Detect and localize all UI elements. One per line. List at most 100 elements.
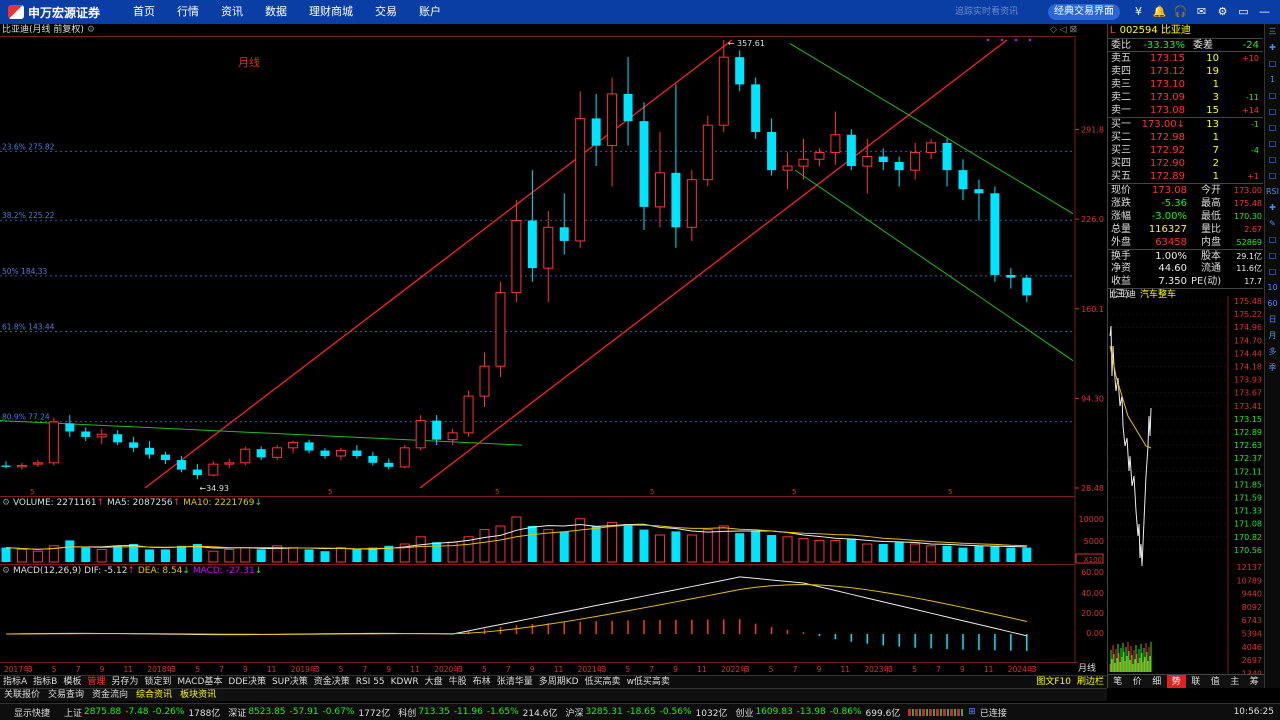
settings-gear-icon[interactable]: ⚙ [87, 25, 95, 35]
candle-body-down [846, 134, 856, 167]
side-tool-14-icon[interactable]: □ [1265, 248, 1280, 264]
indicator-tab-14[interactable]: 布林 [470, 676, 494, 688]
side-tool-21-icon[interactable]: 季 [1265, 360, 1280, 376]
diamond-icon[interactable]: ◇ [1050, 25, 1057, 35]
index-name[interactable]: 沪深 [565, 706, 583, 719]
indicator-tab-18[interactable]: w低买高卖 [624, 676, 673, 688]
minimize-icon[interactable]: — [1254, 0, 1275, 24]
side-tool-0-icon[interactable]: 三 [1265, 24, 1280, 40]
indicator-tab-4[interactable]: 另存为 [108, 676, 141, 688]
indicator-tab-3[interactable]: 管理 [84, 676, 108, 688]
indicator-tab-16[interactable]: 多周期KD [536, 676, 582, 688]
indicator-tab-2[interactable]: 模板 [60, 676, 84, 688]
quote-tab-0[interactable]: 笔 [1108, 675, 1128, 688]
quote-tab-3[interactable]: 势 [1166, 675, 1186, 688]
right-tab-1[interactable]: 刷边栏 [1074, 676, 1107, 688]
side-tool-6-icon[interactable]: □ [1265, 120, 1280, 136]
indicator-tab-9[interactable]: 资金决策 [311, 676, 353, 688]
gear-icon[interactable]: ⚙ [1212, 0, 1233, 24]
yuan-icon[interactable]: ¥ [1128, 0, 1149, 24]
side-tool-10-icon[interactable]: RSI [1265, 184, 1280, 200]
headset-icon[interactable]: 🎧 [1170, 0, 1191, 24]
ask-row[interactable]: 卖二 173.09 3 -11 [1108, 91, 1263, 104]
ask-row[interactable]: 卖四 173.12 19 [1108, 65, 1263, 78]
side-tool-1-icon[interactable]: ✚ [1265, 40, 1280, 56]
side-tool-5-icon[interactable]: □ [1265, 104, 1280, 120]
nav-item-3[interactable]: 数据 [254, 0, 298, 24]
quote-tab-2[interactable]: 细 [1147, 675, 1167, 688]
quote-tab-4[interactable]: 联 [1186, 675, 1206, 688]
indicator-tab-15[interactable]: 张清华量 [494, 676, 536, 688]
indicator-tab-17[interactable]: 低买高卖 [582, 676, 624, 688]
side-tool-4-icon[interactable]: □ [1265, 88, 1280, 104]
side-tool-11-icon[interactable]: ✚ [1265, 200, 1280, 216]
classic-trade-button[interactable]: 经典交易界面 [1048, 4, 1120, 20]
nav-item-2[interactable]: 资讯 [210, 0, 254, 24]
screen-icon[interactable]: ▭ [1233, 0, 1254, 24]
indicator-tab-5[interactable]: 锁定到 [141, 676, 174, 688]
ask-row[interactable]: 卖一 173.08 15 +14 [1108, 104, 1263, 117]
indicator-tab-1[interactable]: 指标B [30, 676, 60, 688]
side-tool-7-icon[interactable]: □ [1265, 136, 1280, 152]
bid-row[interactable]: 买四 172.90 2 [1108, 157, 1263, 170]
indicator-tab-13[interactable]: 牛股 [446, 676, 470, 688]
side-tool-20-icon[interactable]: 多 [1265, 344, 1280, 360]
macd-chart[interactable]: 60.00 40.00 20.00 0.00 [0, 564, 1107, 662]
indicator-tab-6[interactable]: MACD基本 [174, 676, 225, 688]
intraday-chart[interactable]: 175.48 175.22 174.96 174.70 174.44 174.18 173.… [1108, 296, 1264, 674]
side-tool-18-icon[interactable]: 日 [1265, 312, 1280, 328]
nav-item-6[interactable]: 账户 [408, 0, 452, 24]
index-name[interactable]: 上证 [64, 706, 82, 719]
side-tool-17-icon[interactable]: 60 [1265, 296, 1280, 312]
bid-row[interactable]: 买五 172.89 1 +1 [1108, 170, 1263, 183]
info-tab-3[interactable]: 综合资讯 [132, 689, 176, 701]
side-tool-19-icon[interactable]: 月 [1265, 328, 1280, 344]
indicator-tab-12[interactable]: 大盘 [422, 676, 446, 688]
indicator-tab-0[interactable]: 指标A [0, 676, 30, 688]
right-tab-0[interactable]: 图文F10 [1033, 676, 1074, 688]
close-icon[interactable]: ⊠ [1070, 25, 1078, 35]
volume-chart[interactable]: 10000 5000 X100 [0, 496, 1107, 564]
index-name[interactable]: 深证 [228, 706, 246, 719]
quote-tab-1[interactable]: 价 [1128, 675, 1148, 688]
bid-row[interactable]: 买二 172.98 1 [1108, 131, 1263, 144]
left-icon[interactable]: ◁ [1060, 25, 1067, 35]
info-tab-4[interactable]: 板块资讯 [176, 689, 220, 701]
side-tool-15-icon[interactable]: □ [1265, 264, 1280, 280]
side-tool-2-icon[interactable]: □ [1265, 56, 1280, 72]
bid-row[interactable]: 买一 173.00↓ 13 -1 [1108, 118, 1263, 131]
mail-icon[interactable]: ✉ [1191, 0, 1212, 24]
side-tool-13-icon[interactable]: □ [1265, 232, 1280, 248]
indicator-tab-7[interactable]: DDE决策 [225, 676, 269, 688]
indicator-tab-10[interactable]: RSI 55 [353, 676, 388, 688]
nav-item-0[interactable]: 首页 [122, 0, 166, 24]
side-tool-8-icon[interactable]: □ [1265, 152, 1280, 168]
quote-tab-5[interactable]: 值 [1206, 675, 1226, 688]
quote-tab-7[interactable]: 筹 [1245, 675, 1265, 688]
side-tool-9-icon[interactable]: □ [1265, 168, 1280, 184]
ask-row[interactable]: 卖三 173.10 1 [1108, 78, 1263, 91]
x-mark-3: 5 [650, 488, 654, 496]
indicator-tab-8[interactable]: SUP决策 [269, 676, 311, 688]
candlestick-chart[interactable]: 23.6% 275.82 38.2% 225.22 50% 184.33 61.8% … [0, 36, 1107, 496]
stock-code-name[interactable]: 002594 比亚迪 [1120, 25, 1191, 36]
index-name[interactable]: 科创 [398, 706, 416, 719]
info-tab-1[interactable]: 交易查询 [44, 689, 88, 701]
index-name[interactable]: 创业 [735, 706, 753, 719]
side-tool-12-icon[interactable]: ✎ [1265, 216, 1280, 232]
quick-display-button[interactable]: 显示快捷 [14, 706, 50, 719]
quote-tab-6[interactable]: 主 [1225, 675, 1245, 688]
side-tool-16-icon[interactable]: 10 [1265, 280, 1280, 296]
side-tool-3-icon[interactable]: 1 [1265, 72, 1280, 88]
info-tab-0[interactable]: 关联报价 [0, 689, 44, 701]
nav-item-5[interactable]: 交易 [364, 0, 408, 24]
ask-row[interactable]: 卖五 173.15 10 +10 [1108, 52, 1263, 65]
bid-row[interactable]: 买三 172.92 7 -4 [1108, 144, 1263, 157]
period-label[interactable]: 月线 [1078, 664, 1096, 675]
indicator-tab-11[interactable]: KDWR [388, 676, 422, 688]
bell-icon[interactable]: 🔔 [1149, 0, 1170, 24]
nav-item-1[interactable]: 行情 [166, 0, 210, 24]
info-tab-2[interactable]: 资金流向 [88, 689, 132, 701]
nav-item-4[interactable]: 理财商城 [298, 0, 364, 24]
maximize-icon[interactable]: ▢ [1275, 0, 1280, 24]
